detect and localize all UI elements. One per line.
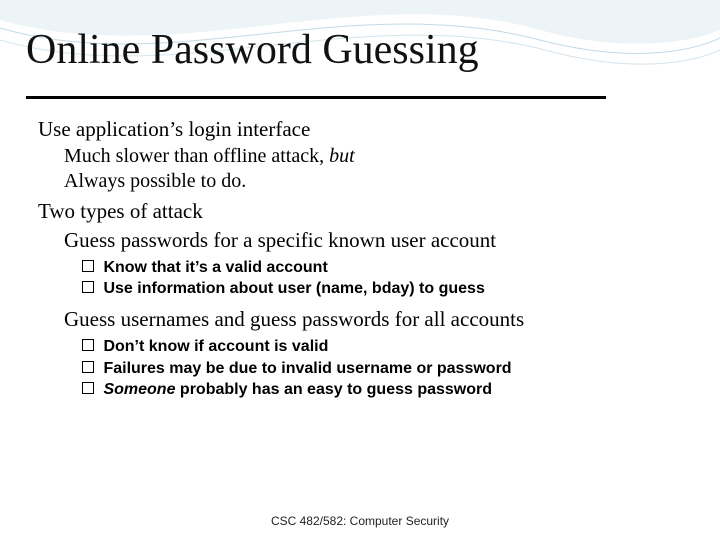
checkbox-icon bbox=[82, 281, 94, 293]
point-2-sub-b: Guess usernames and guess passwords for … bbox=[64, 306, 690, 332]
point-1-sub-a: Much slower than offline attack, but bbox=[64, 144, 690, 169]
slide-body: Use application’s login interface Much s… bbox=[38, 116, 690, 407]
point-2: Two types of attack bbox=[38, 198, 690, 224]
checkbox-icon bbox=[82, 382, 94, 394]
point-2-sub-a: Guess passwords for a specific known use… bbox=[64, 227, 690, 253]
bullet-group-b: Don’t know if account is valid Failures … bbox=[82, 336, 690, 401]
point-1: Use application’s login interface bbox=[38, 116, 690, 142]
checkbox-icon bbox=[82, 260, 94, 272]
checkbox-icon bbox=[82, 361, 94, 373]
checkbox-icon bbox=[82, 339, 94, 351]
slide-title: Online Password Guessing bbox=[26, 26, 479, 74]
title-underline bbox=[26, 96, 606, 99]
bullet-group-a: Know that it’s a valid account Use infor… bbox=[82, 257, 690, 300]
slide-footer: CSC 482/582: Computer Security bbox=[0, 514, 720, 528]
point-1-sub-b: Always possible to do. bbox=[64, 169, 690, 194]
